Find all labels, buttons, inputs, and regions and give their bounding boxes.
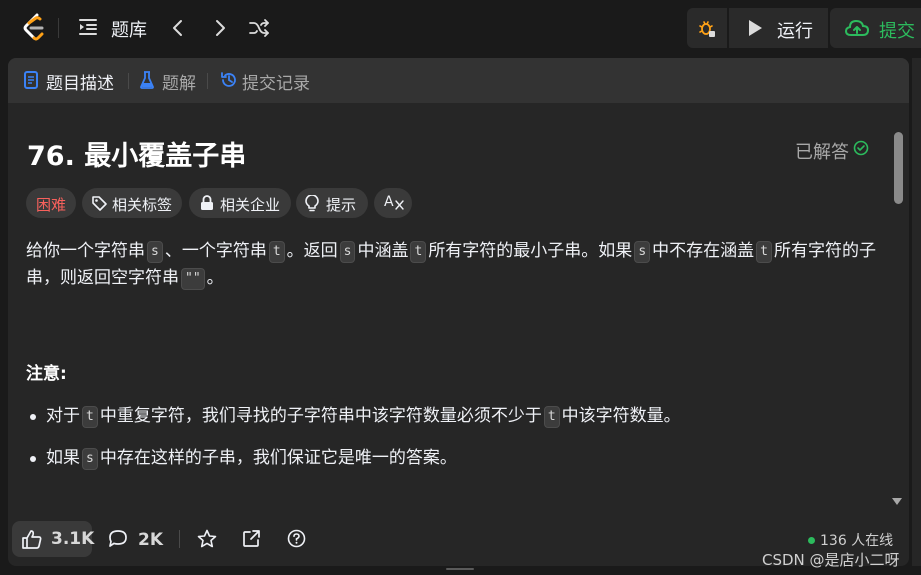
bullet-text: 中重复字符，我们寻找的子字符串中该字符数量必须不少于 (99, 406, 542, 426)
panel-tab-bar: 题目描述 题解 提交记录 (8, 58, 909, 103)
translate-icon: A (384, 194, 394, 210)
tag-icon (92, 196, 107, 211)
hint-button[interactable]: 提示 (296, 188, 368, 218)
comment-icon[interactable] (108, 529, 128, 548)
desc-text: 中不存在涵盖 (652, 241, 755, 261)
translate-button[interactable]: A (374, 188, 412, 218)
list-item: 对于 t 中重复字符，我们寻找的子字符串中该字符数量必须不少于 t 中该字符数量。 (26, 402, 886, 444)
desc-text: 、一个字符串 (164, 241, 267, 261)
scrollbar-thumb[interactable] (894, 132, 903, 204)
watermark: CSDN @是店小二呀 (762, 551, 900, 569)
desc-text: 给你一个字符串 (26, 241, 145, 261)
like-button[interactable]: 3.1K (12, 521, 95, 557)
prev-problem-icon[interactable] (168, 17, 188, 39)
problem-title[interactable]: 76. 最小覆盖子串 (27, 134, 246, 173)
debug-button[interactable] (687, 8, 727, 48)
tab-divider (207, 73, 208, 89)
run-label: 运行 (777, 21, 813, 42)
play-icon (749, 20, 762, 36)
inline-code: s (339, 241, 356, 263)
history-icon (221, 72, 236, 87)
desc-text: 。返回 (286, 241, 338, 261)
comment-count[interactable]: 2K (138, 530, 163, 550)
desc-text: 。 (206, 268, 224, 288)
check-circle-icon (853, 140, 869, 156)
bug-icon (699, 21, 715, 37)
hint-label: 提示 (326, 196, 357, 214)
inline-code: t (543, 406, 560, 428)
related-tags-button[interactable]: 相关标签 (82, 188, 182, 218)
tab-description-label: 题目描述 (46, 74, 114, 94)
like-count: 3.1K (51, 529, 95, 549)
panel-resize-edge[interactable] (912, 58, 921, 566)
inline-code: s (147, 241, 163, 263)
star-icon[interactable] (197, 529, 217, 548)
bullet-text: 对于 (46, 406, 80, 426)
tab-submissions-label: 提交记录 (242, 74, 310, 94)
lightbulb-icon (305, 195, 319, 212)
shuffle-icon[interactable] (248, 18, 270, 38)
nav-divider (58, 18, 59, 38)
problem-bank-link[interactable]: 题库 (111, 16, 147, 42)
difficulty-label: 困难 (36, 196, 67, 214)
scroll-down-icon[interactable] (892, 498, 902, 505)
top-navbar: 题库 运行 提交 (0, 0, 921, 56)
submit-button[interactable]: 提交 (830, 8, 921, 48)
inline-code: t (410, 241, 427, 263)
panel-drag-handle[interactable] (446, 568, 474, 570)
related-companies-label: 相关企业 (220, 196, 281, 214)
difficulty-badge: 困难 (26, 188, 76, 218)
note-heading: 注意: (26, 364, 67, 384)
inline-code: t (82, 406, 98, 428)
description-icon (24, 71, 38, 89)
help-icon[interactable] (287, 529, 306, 548)
tab-submissions[interactable]: 提交记录 (220, 69, 320, 94)
flask-icon (140, 71, 154, 89)
tab-solutions[interactable]: 题解 (140, 69, 202, 94)
solved-status: 已解答 (795, 142, 849, 163)
tab-description[interactable]: 题目描述 (24, 69, 124, 94)
inline-code: t (268, 241, 285, 263)
problem-description: 给你一个字符串 s 、一个字符串 t 。返回 s 中涵盖 t 所有字符的最小子串。如果 s 中不存在… (26, 238, 886, 292)
related-companies-button[interactable]: 相关企业 (189, 188, 291, 218)
tab-solutions-label: 题解 (162, 74, 196, 94)
list-item: 如果 s 中存在这样的子串，我们保证它是唯一的答案。 (26, 444, 886, 486)
cloud-upload-icon (844, 19, 870, 36)
inline-code: s (82, 448, 98, 470)
footer-divider (179, 530, 180, 548)
next-problem-icon[interactable] (210, 17, 230, 39)
online-count: 136 人在线 (820, 533, 894, 549)
bullet-text: 中存在这样的子串，我们保证它是唯一的答案。 (99, 448, 457, 468)
tab-divider (128, 73, 129, 89)
related-tags-label: 相关标签 (112, 196, 173, 214)
description-panel: 题目描述 题解 提交记录 76. 最小覆盖子串 已解答 困难 相关标签 相关企业… (8, 58, 909, 566)
problem-list-icon[interactable] (78, 17, 98, 37)
desc-text: 中涵盖 (357, 241, 409, 261)
lock-icon (201, 195, 213, 210)
bullet-text: 如果 (46, 448, 80, 468)
share-icon[interactable] (242, 529, 261, 548)
inline-code: t (756, 241, 772, 263)
inline-code: "" (181, 268, 205, 290)
submit-label: 提交 (879, 21, 915, 42)
translate-glyph-icon (395, 200, 404, 210)
online-status-dot (808, 537, 815, 544)
leetcode-logo-icon[interactable] (20, 12, 48, 42)
desc-text: 所有字符的最小子串。如果 (428, 241, 633, 261)
run-button[interactable]: 运行 (729, 8, 828, 48)
bullet-text: 中该字符数量。 (561, 406, 681, 426)
inline-code: s (634, 241, 651, 263)
thumbs-up-icon (22, 530, 42, 549)
note-list: 对于 t 中重复字符，我们寻找的子字符串中该字符数量必须不少于 t 中该字符数量。 如果… (26, 402, 886, 486)
